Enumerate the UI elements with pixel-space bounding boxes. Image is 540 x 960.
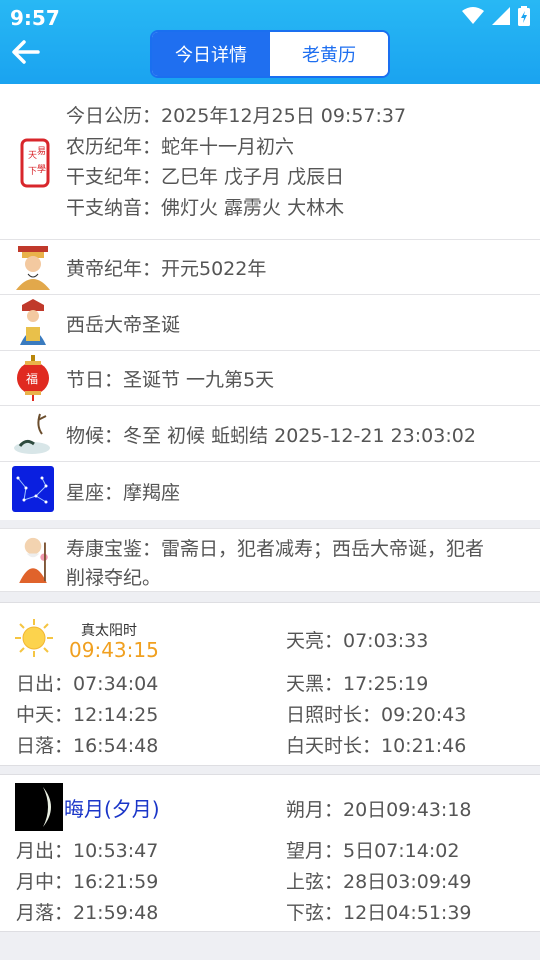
zodiac-row[interactable]: 星座：摩羯座 <box>0 462 540 520</box>
deity-row[interactable]: 西岳大帝圣诞 <box>0 295 540 351</box>
zodiac-text: 星座：摩羯座 <box>66 482 181 504</box>
longevity-god-icon <box>19 537 48 583</box>
moon-transit-time: 月中：16:21:59 <box>16 871 159 893</box>
ganzhi-date: 干支纪年：乙巳年 戊子月 戊辰日 <box>66 166 345 188</box>
moon-phase-icon <box>15 783 63 831</box>
dawn-time: 天亮：07:03:33 <box>286 630 429 652</box>
phenology-text: 物候：冬至 初候 蚯蚓结 2025-12-21 23:03:02 <box>66 425 476 447</box>
lunar-date: 农历纪年：蛇年十一月初六 <box>66 135 295 158</box>
sun-icon <box>15 619 53 657</box>
sunset-time: 日落：16:54:48 <box>16 735 159 757</box>
seal-stamp-icon: 天易 下學 <box>20 138 50 188</box>
status-time: 9:57 <box>10 6 60 30</box>
emperor-year-row[interactable]: 黄帝纪年：开元5022年 <box>0 240 540 295</box>
yellow-emperor-icon <box>16 246 50 290</box>
phenology-icon <box>14 413 50 454</box>
last-quarter-time: 下弦：12日04:51:39 <box>286 902 472 924</box>
new-moon-time: 朔月：20日09:43:18 <box>286 799 472 821</box>
nayin: 干支纳音：佛灯火 霹雳火 大林木 <box>66 196 345 219</box>
festival-row[interactable]: 福 节日：圣诞节 一九第5天 <box>0 351 540 406</box>
true-solar-label: 真太阳时 <box>81 623 137 639</box>
tab-switcher: 今日详情 老黄历 <box>150 30 390 78</box>
emperor-year-text: 黄帝纪年：开元5022年 <box>66 258 267 280</box>
lantern-icon: 福 <box>17 355 49 401</box>
daylight-duration: 白天时长：10:21:46 <box>286 735 467 757</box>
svg-text:下: 下 <box>28 167 37 177</box>
longevity-line-2: 削禄夺纪。 <box>66 567 162 589</box>
tab-today-details[interactable]: 今日详情 <box>152 32 270 76</box>
sunshine-duration: 日照时长：09:20:43 <box>286 704 467 726</box>
gregorian-date: 今日公历：2025年12月25日 09:57:37 <box>66 105 407 127</box>
svg-text:福: 福 <box>26 371 38 386</box>
capricorn-constellation-icon <box>12 466 54 512</box>
deity-icon <box>20 299 46 345</box>
battery-icon <box>518 6 530 26</box>
tab-almanac[interactable]: 老黄历 <box>270 32 388 76</box>
deity-text: 西岳大帝圣诞 <box>66 314 181 336</box>
moon-phase-name: 晦月(夕月) <box>64 797 160 821</box>
sun-times-section: 真太阳时 09:43:15 天亮：07:03:33 日出：07:34:04 天黑… <box>0 602 540 766</box>
first-quarter-time: 上弦：28日03:09:49 <box>286 871 472 893</box>
dusk-time: 天黑：17:25:19 <box>286 673 429 695</box>
true-solar-time: 09:43:15 <box>69 638 159 662</box>
longevity-line-1: 寿康宝鉴：雷斋日，犯者减寿；西岳大帝诞，犯者 <box>66 538 485 560</box>
longevity-row[interactable]: 寿康宝鉴：雷斋日，犯者减寿；西岳大帝诞，犯者 削禄夺纪。 <box>0 528 540 592</box>
solar-noon-time: 中天：12:14:25 <box>16 704 159 726</box>
svg-text:易: 易 <box>37 146 46 157</box>
calendar-info-row: 天易 下學 今日公历：2025年12月25日 09:57:37 农历纪年：蛇年十… <box>0 84 540 240</box>
sunrise-time: 日出：07:34:04 <box>16 673 159 695</box>
calendar-lines: 今日公历：2025年12月25日 09:57:37 农历纪年：蛇年十一月初六 干… <box>66 101 406 223</box>
wifi-icon <box>462 7 484 24</box>
phenology-row[interactable]: 物候：冬至 初候 蚯蚓结 2025-12-21 23:03:02 <box>0 406 540 462</box>
moonrise-time: 月出：10:53:47 <box>16 840 159 862</box>
festival-text: 节日：圣诞节 一九第5天 <box>66 369 275 391</box>
back-arrow-icon[interactable] <box>10 38 42 66</box>
moon-times-section: 晦月(夕月) 朔月：20日09:43:18 月出：10:53:47 望月：5日0… <box>0 774 540 932</box>
longevity-text: 寿康宝鉴：雷斋日，犯者减寿；西岳大帝诞，犯者 削禄夺纪。 <box>66 535 484 593</box>
top-bar: 9:57 今日详情 老黄历 <box>0 0 540 84</box>
moonset-time: 月落：21:59:48 <box>16 902 159 924</box>
svg-text:天: 天 <box>28 151 37 161</box>
signal-icon <box>492 7 510 25</box>
full-moon-time: 望月：5日07:14:02 <box>286 840 460 862</box>
status-icons <box>462 6 530 26</box>
svg-text:學: 學 <box>37 163 46 175</box>
